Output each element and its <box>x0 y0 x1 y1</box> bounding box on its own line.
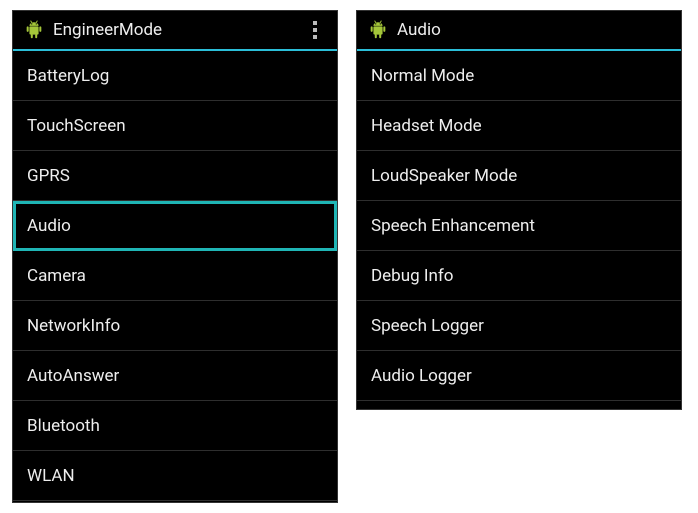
list-item-label: AutoAnswer <box>27 366 119 386</box>
list-item[interactable]: Normal Mode <box>357 51 681 101</box>
audio-screen: Audio Normal Mode Headset Mode LoudSpeaker… <box>356 10 682 410</box>
list-item-label: Audio Logger <box>371 366 472 386</box>
list-item[interactable]: Speech Enhancement <box>357 201 681 251</box>
list-item-label: Camera <box>27 266 86 286</box>
overflow-menu-icon[interactable] <box>303 11 327 49</box>
list-item-label: Speech Logger <box>371 316 484 336</box>
list-item-label: NetworkInfo <box>27 316 120 336</box>
list-item-label: Debug Info <box>371 266 453 286</box>
list-item-label: Bluetooth <box>27 416 100 436</box>
list-item-label: BatteryLog <box>27 66 109 86</box>
list-item-label: TouchScreen <box>27 116 126 136</box>
list-item[interactable]: GPRS <box>13 151 337 201</box>
list-item[interactable]: Camera <box>13 251 337 301</box>
list-item[interactable]: Headset Mode <box>357 101 681 151</box>
list-item-label: Audio <box>27 216 71 236</box>
list-item-label: WLAN <box>27 466 75 486</box>
list-item-label: Normal Mode <box>371 66 474 86</box>
list-item[interactable]: LoudSpeaker Mode <box>357 151 681 201</box>
page-title: EngineerMode <box>53 20 303 40</box>
list-item-label: LoudSpeaker Mode <box>371 166 517 186</box>
page-title: Audio <box>397 20 671 40</box>
list-item[interactable]: AutoAnswer <box>13 351 337 401</box>
list-item[interactable]: TouchScreen <box>13 101 337 151</box>
list-item[interactable]: Bluetooth <box>13 401 337 451</box>
list-item[interactable]: Speech Logger <box>357 301 681 351</box>
list-item[interactable]: Debug Info <box>357 251 681 301</box>
list-item[interactable]: BatteryLog <box>13 51 337 101</box>
list-item[interactable]: Audio Logger <box>357 351 681 401</box>
engineer-mode-screen: EngineerMode BatteryLog TouchScreen GPRS Au… <box>12 10 338 503</box>
list-item-label: GPRS <box>27 166 70 186</box>
list-item-label: Speech Enhancement <box>371 216 535 236</box>
list-item[interactable]: Audio <box>13 201 337 251</box>
header-bar: EngineerMode <box>13 11 337 51</box>
engineer-mode-list: BatteryLog TouchScreen GPRS Audio Camera Netw… <box>13 51 337 502</box>
audio-list: Normal Mode Headset Mode LoudSpeaker Mode S… <box>357 51 681 409</box>
android-icon <box>367 19 389 41</box>
list-item[interactable]: NetworkInfo <box>13 301 337 351</box>
list-item-label: Headset Mode <box>371 116 482 136</box>
list-item[interactable]: WLAN <box>13 451 337 501</box>
header-bar: Audio <box>357 11 681 51</box>
android-icon <box>23 19 45 41</box>
